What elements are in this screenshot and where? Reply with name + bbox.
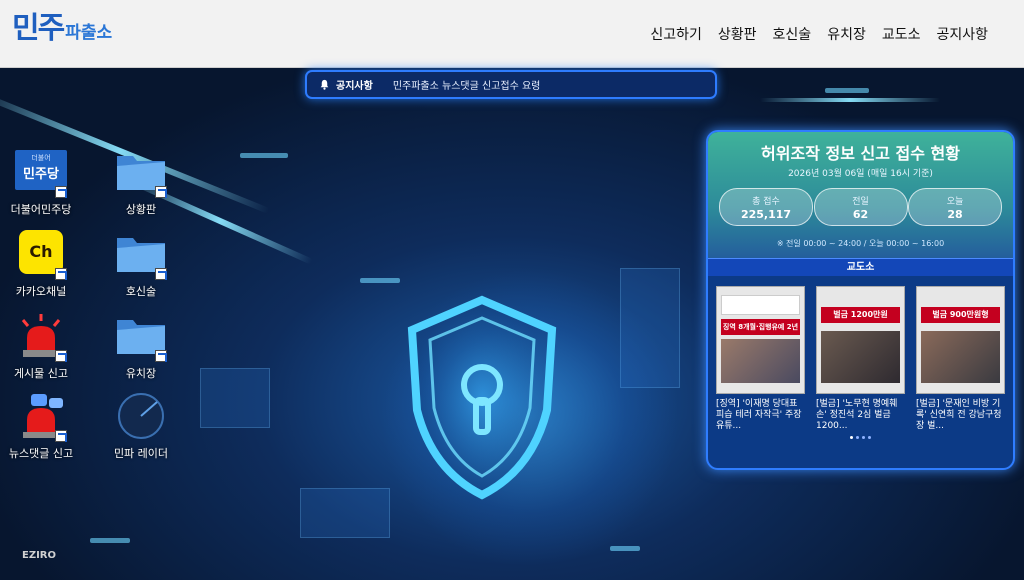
carousel-dots	[708, 436, 1013, 439]
stat-value: 62	[852, 208, 869, 221]
desktop-icon-label: 게시물 신고	[13, 367, 69, 380]
logo-sub-text: 파출소	[65, 23, 113, 43]
desktop-icon-label: 더불어민주당	[10, 203, 72, 216]
folder-icon	[113, 148, 169, 198]
stat-value: 225,117	[740, 208, 792, 221]
site-logo[interactable]: 민주 파출소	[12, 14, 112, 44]
notice-bar[interactable]: 공지사항 민주파출소 뉴스댓글 신고접수 요령	[305, 70, 717, 99]
desktop-icon-minpa-radar[interactable]: 민파 레이더	[101, 392, 181, 461]
nav-detention[interactable]: 유치장	[827, 24, 866, 44]
light-tick	[610, 546, 640, 551]
bg-panel	[300, 488, 390, 538]
desktop-icon-detention[interactable]: 유치장	[101, 312, 181, 381]
desktop-icon-label: 호신술	[125, 285, 157, 298]
minjudang-logo-icon: 더불어 민주당	[13, 148, 69, 198]
card-headline: 징역 8개월·집행유예 2년	[721, 319, 800, 335]
desktop-icon-self-defense[interactable]: 호신술	[101, 230, 181, 299]
light-tick	[360, 278, 400, 283]
logo-main-text: 민주	[12, 11, 65, 46]
widget-summary: 허위조작 정보 신고 접수 현황 2026년 03월 06일 (매일 16시 기…	[708, 132, 1013, 258]
card-headline: 벌금 900만원형	[921, 307, 1000, 323]
carousel-dot[interactable]	[868, 436, 871, 439]
shortcut-arrow-icon	[155, 268, 167, 280]
widget-title: 허위조작 정보 신고 접수 현황	[761, 144, 960, 163]
stat-today: 오늘 28	[908, 188, 1002, 226]
light-tick	[240, 153, 288, 158]
desktop-icon-minjudang[interactable]: 더불어 민주당 더불어민주당	[1, 148, 81, 217]
top-header: 민주 파출소 신고하기 상황판 호신술 유치장 교도소 공지사항	[0, 0, 1024, 68]
desktop-icon-label: 카카오채널	[15, 285, 67, 298]
nav-self-defense[interactable]: 호신술	[773, 24, 812, 44]
card-caption: [벌금] '노무현 명예훼손' 정진석 2심 벌금 1200...	[816, 399, 898, 431]
shortcut-arrow-icon	[55, 350, 67, 362]
nav-notice[interactable]: 공지사항	[936, 24, 988, 44]
minjudang-badge-small: 더불어	[31, 154, 51, 162]
section-prison-bar[interactable]: 교도소	[708, 258, 1013, 276]
desktop-icon-post-report[interactable]: 게시물 신고	[1, 312, 81, 381]
shortcut-arrow-icon	[55, 268, 67, 280]
desktop-icon-label: 뉴스댓글 신고	[8, 447, 74, 460]
shortcut-arrow-icon	[55, 186, 67, 198]
light-tick	[90, 538, 130, 543]
light-tick	[825, 88, 869, 93]
card-caption: [징역] '이재명 당대표 피습 테러 자작극' 주장 유튜...	[716, 399, 802, 431]
card-thumbnail: 벌금 1200만원	[816, 286, 905, 394]
kakao-channel-icon: Ch	[13, 230, 69, 280]
eziro-brand: EZIRO	[22, 550, 57, 561]
stat-yesterday: 전일 62	[813, 188, 908, 226]
notice-label: 공지사항	[336, 81, 373, 92]
card-thumbnail: 벌금 900만원형	[916, 286, 1005, 394]
main-nav: 신고하기 상황판 호신술 유치장 교도소 공지사항	[650, 24, 988, 44]
shortcut-arrow-icon	[155, 350, 167, 362]
desktop-icon-label: 유치장	[125, 367, 157, 380]
light-beam	[760, 98, 940, 102]
minjudang-badge: 민주당	[23, 167, 59, 182]
report-status-widget: 허위조작 정보 신고 접수 현황 2026년 03월 06일 (매일 16시 기…	[706, 130, 1015, 470]
shield-lock-icon	[407, 295, 557, 500]
card-caption: [벌금] '문재인 비방 기록' 신연희 전 강남구청장 벌...	[916, 399, 1002, 431]
stat-value: 28	[947, 208, 963, 221]
desktop-icon-news-comment-report[interactable]: 뉴스댓글 신고	[1, 392, 81, 461]
card-thumbnail: 징역 8개월·집행유예 2년	[716, 286, 805, 394]
desktop-icon-label: 민파 레이더	[113, 447, 169, 460]
nav-prison[interactable]: 교도소	[882, 24, 921, 44]
stat-label: 오늘	[946, 197, 964, 207]
desktop-icon-kakao-channel[interactable]: Ch 카카오채널	[1, 230, 81, 299]
stat-label: 총 접수	[752, 197, 780, 207]
siren-chat-icon	[13, 392, 69, 442]
bell-icon	[320, 79, 329, 90]
desktop-icon-status-board[interactable]: 상황판	[101, 148, 181, 217]
bg-panel	[200, 368, 270, 428]
shortcut-arrow-icon	[155, 186, 167, 198]
folder-icon	[113, 312, 169, 362]
shortcut-arrow-icon	[55, 430, 67, 442]
prison-card[interactable]: 벌금 1200만원 [벌금] '노무현 명예훼손' 정진석 2심 벌금 1200…	[816, 286, 905, 432]
prison-card[interactable]: 벌금 900만원형 [벌금] '문재인 비방 기록' 신연희 전 강남구청장 벌…	[916, 286, 1005, 432]
widget-footnote: ※ 전일 00:00 ~ 24:00 / 오늘 00:00 ~ 16:00	[776, 239, 945, 248]
card-headline: 벌금 1200만원	[821, 307, 900, 323]
prison-card[interactable]: 징역 8개월·집행유예 2년 [징역] '이재명 당대표 피습 테러 자작극' …	[716, 286, 805, 432]
stat-total: 총 접수 225,117	[719, 188, 813, 226]
widget-stats: 총 접수 225,117 전일 62 오늘 28	[708, 188, 1013, 226]
notice-text[interactable]: 민주파출소 뉴스댓글 신고접수 요령	[393, 77, 541, 92]
siren-icon	[13, 312, 69, 362]
desktop-icon-label: 상황판	[125, 203, 157, 216]
prison-card-list: 징역 8개월·집행유예 2년 [징역] '이재명 당대표 피습 테러 자작극' …	[708, 276, 1013, 432]
carousel-dot[interactable]	[850, 436, 853, 439]
carousel-dot[interactable]	[862, 436, 865, 439]
widget-date: 2026년 03월 06일 (매일 16시 기준)	[788, 169, 933, 179]
folder-icon	[113, 230, 169, 280]
nav-report[interactable]: 신고하기	[650, 24, 702, 44]
carousel-dot[interactable]	[856, 436, 859, 439]
radar-icon	[113, 392, 169, 442]
nav-status-board[interactable]: 상황판	[718, 24, 757, 44]
stat-label: 전일	[852, 197, 869, 207]
